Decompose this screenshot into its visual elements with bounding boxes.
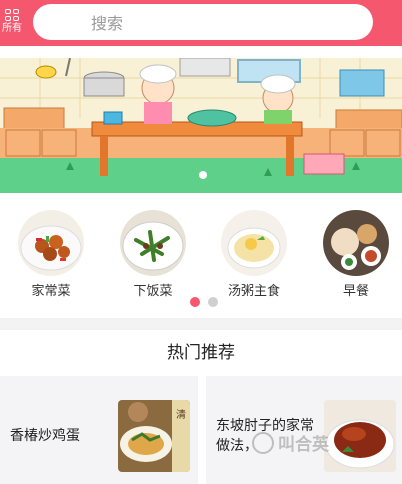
category-item-soup-staples[interactable]: 汤粥主食 [209,210,299,299]
search-placeholder: 搜索 [91,14,124,33]
category-label: 早餐 [342,284,369,299]
watermark-text: 叫合英 [278,435,329,455]
watermark-logo-icon [252,431,274,454]
breakfast-dish-image [323,210,389,276]
all-categories-button[interactable]: 所有 [0,4,24,38]
pager-dot-active[interactable] [190,297,200,307]
recipe-image [324,400,396,472]
section-title: 热门推荐 [167,343,235,363]
all-categories-label: 所有 [2,22,22,34]
category-item-rice-dishes[interactable]: 下饭菜 [108,210,198,299]
grid-menu-icon [5,8,19,21]
carousel-indicator [199,171,207,179]
category-label: 下饭菜 [133,284,173,299]
section-divider [0,318,402,330]
category-item-home-cooking[interactable]: 家常菜 [6,210,96,299]
recipe-title: 香椿炒鸡蛋 [10,428,80,444]
top-bar: 所有 搜索 [0,0,402,46]
rice-dishes-dish-image [120,210,186,276]
soup-staples-dish-image [221,210,287,276]
category-label: 家常菜 [31,284,71,299]
recipe-image-stamp: 清 [176,408,186,421]
category-row: 家常菜 下饭菜 汤粥主食 早餐 [0,210,402,300]
category-item-breakfast[interactable]: 早餐 [311,210,401,299]
category-label: 汤粥主食 [227,284,280,299]
category-pager [190,297,218,307]
recipe-image: 清 [118,400,190,472]
pager-dot[interactable] [208,297,218,307]
recommendation-card[interactable]: 香椿炒鸡蛋 清 [0,376,198,484]
home-cooking-dish-image [18,210,84,276]
search-input[interactable]: 搜索 [33,4,373,40]
watermark: 叫合英 [252,430,329,455]
